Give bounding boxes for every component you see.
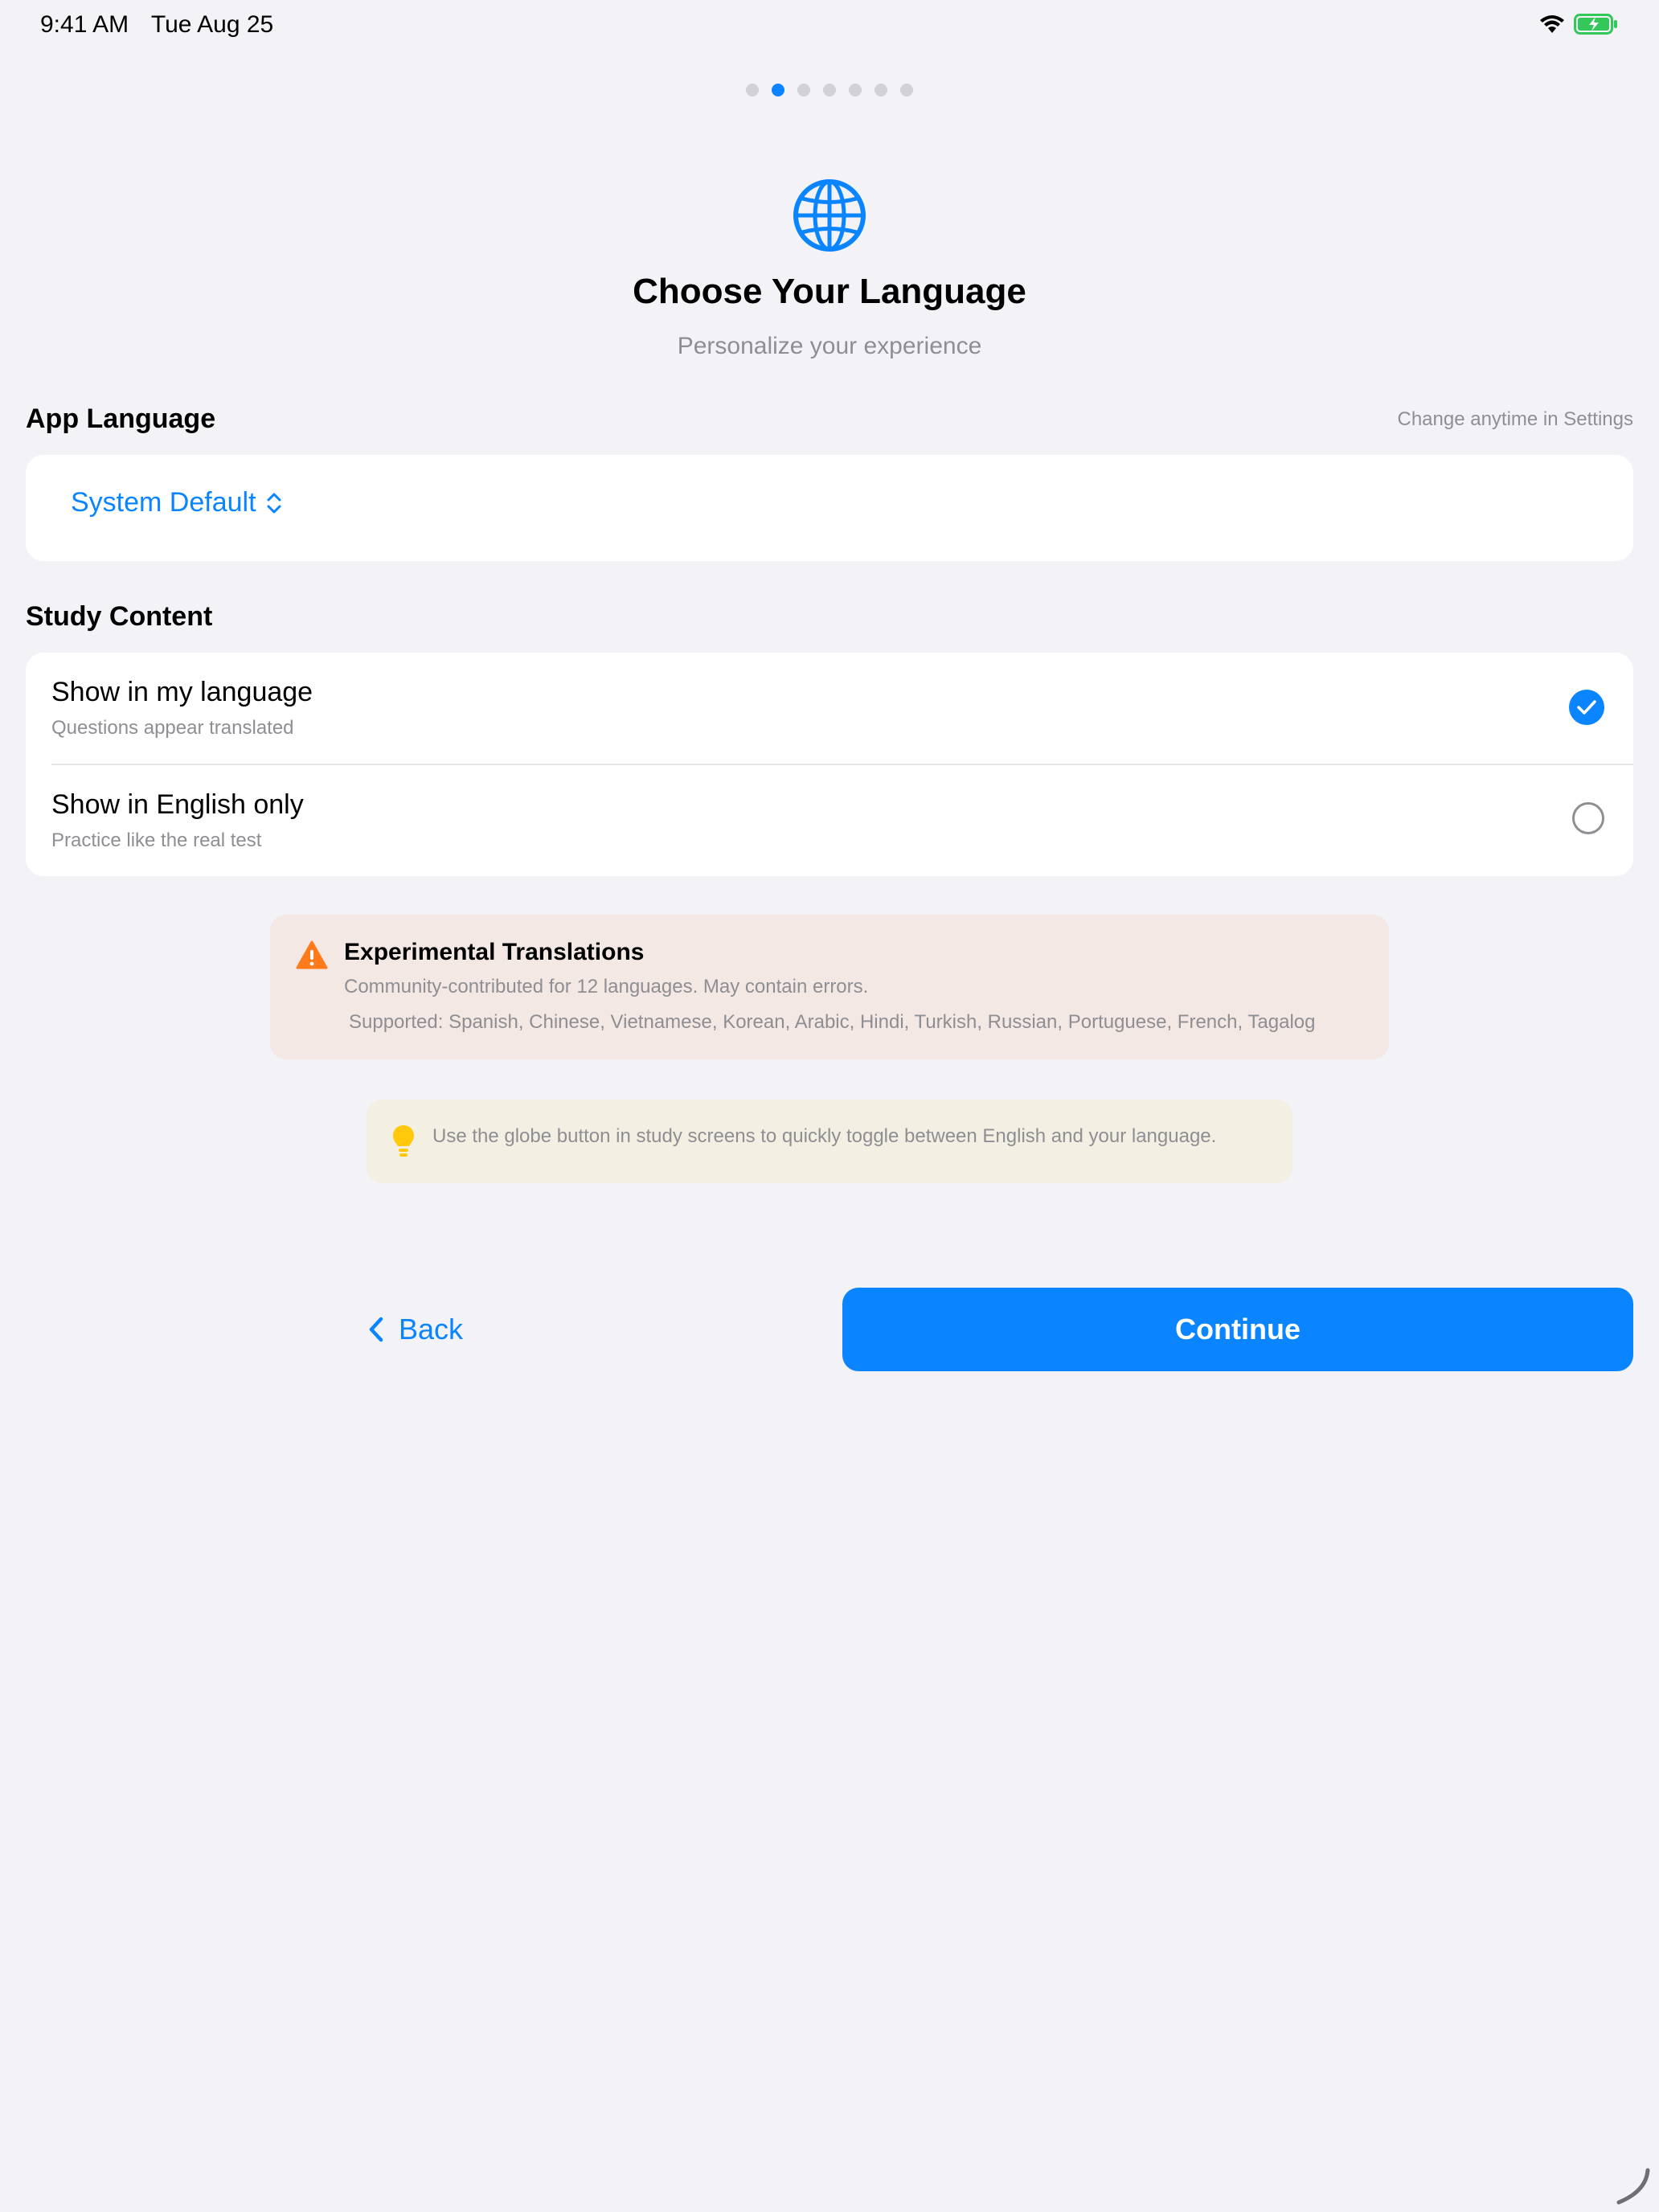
warning-title: Experimental Translations <box>344 939 645 965</box>
page-dot <box>875 84 887 96</box>
continue-button[interactable]: Continue <box>842 1288 1633 1371</box>
battery-charging-icon <box>1574 14 1617 35</box>
supported-languages: Supported: Spanish, Chinese, Vietnamese,… <box>349 1011 1316 1033</box>
option-show-my-language[interactable]: Show in my language Questions appear tra… <box>26 653 1633 765</box>
option-title: Show in my language <box>51 677 313 707</box>
globe-tip-notice: Use the globe button in study screens to… <box>367 1100 1292 1183</box>
page-dot <box>900 84 913 96</box>
option-english-only[interactable]: Show in English only Practice like the r… <box>26 765 1633 876</box>
app-language-label: App Language <box>26 403 216 434</box>
page-subtitle: Personalize your experience <box>677 333 982 359</box>
study-content-card: Show in my language Questions appear tra… <box>26 653 1633 876</box>
chevron-up-down-icon <box>267 493 281 513</box>
option-subtitle: Practice like the real test <box>51 830 262 851</box>
status-date: Tue Aug 25 <box>150 11 274 38</box>
page-dot <box>823 84 836 96</box>
option-subtitle: Questions appear translated <box>51 717 294 739</box>
warning-triangle-icon <box>296 940 328 969</box>
app-language-picker[interactable]: System Default <box>71 487 284 518</box>
tip-text: Use the globe button in study screens to… <box>432 1125 1217 1147</box>
checkmark-circle-icon[interactable] <box>1569 690 1604 725</box>
globe-icon <box>793 179 866 252</box>
chevron-left-icon <box>369 1317 383 1342</box>
page-title: Choose Your Language <box>633 272 1026 311</box>
app-language-card: System Default <box>26 455 1633 561</box>
page-dot <box>772 84 784 96</box>
lightbulb-icon <box>393 1125 414 1157</box>
status-time: 9:41 AM <box>40 11 129 38</box>
warning-body: Community-contributed for 12 languages. … <box>344 976 869 997</box>
empty-circle-icon[interactable] <box>1572 802 1604 834</box>
page-dot <box>797 84 810 96</box>
option-title: Show in English only <box>51 789 304 820</box>
corner-resize-handle[interactable] <box>1614 2167 1653 2206</box>
back-button-label: Back <box>399 1313 464 1346</box>
study-content-label: Study Content <box>26 601 213 632</box>
wifi-icon <box>1540 15 1564 33</box>
app-language-value: System Default <box>71 487 256 518</box>
app-language-note: Change anytime in Settings <box>1397 408 1633 430</box>
page-indicator <box>0 84 1659 96</box>
experimental-translations-notice: Experimental Translations Community-cont… <box>270 915 1389 1059</box>
status-bar-time: 9:41 AM Tue Aug 25 <box>40 11 289 39</box>
page-dot <box>746 84 759 96</box>
back-button[interactable]: Back <box>367 1301 463 1358</box>
status-bar-indicators <box>1538 13 1619 35</box>
page-dot <box>849 84 862 96</box>
